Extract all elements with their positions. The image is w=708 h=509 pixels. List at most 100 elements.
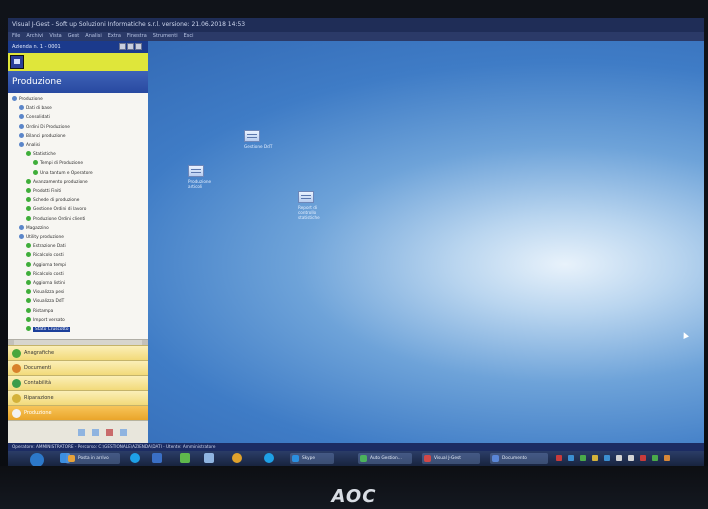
tree-node-label: Stato Cruscotto xyxy=(33,327,71,332)
window-shortcut-icon xyxy=(244,130,260,142)
tray-icon[interactable] xyxy=(628,455,634,461)
tree-node[interactable]: Consolidati xyxy=(19,114,50,121)
tree-node[interactable]: Visualizza pesi xyxy=(26,289,64,296)
tree-node-label: Gestione Ordini di lavoro xyxy=(33,207,87,213)
taskbar-item[interactable]: Posta in arrivo xyxy=(66,453,120,464)
chrome-icon[interactable] xyxy=(232,453,242,463)
tree-node-label: Utility produzione xyxy=(26,235,64,240)
accordion-item[interactable]: Riparazione xyxy=(8,390,148,405)
tree-node[interactable]: Una tantum e Operatore xyxy=(33,169,93,177)
mdi-title-bar[interactable]: Azienda n. 1 - 0001 xyxy=(8,41,148,53)
tray-icon[interactable] xyxy=(580,455,586,461)
windows-start-icon[interactable] xyxy=(30,453,44,466)
maximize-icon[interactable] xyxy=(127,43,134,50)
tree-node-label: Schede di produzione xyxy=(33,198,80,204)
window-title-bar: Visual J-Gest - Soft up Soluzioni Inform… xyxy=(8,18,704,32)
menu-item[interactable]: Analisi xyxy=(85,33,101,39)
menu-item[interactable]: File xyxy=(12,33,20,39)
menu-item[interactable]: Vista xyxy=(49,33,61,39)
taskbar-item[interactable]: Visual J-Gest xyxy=(422,453,480,464)
monitor-screen: Visual J-Gest - Soft up Soluzioni Inform… xyxy=(8,18,704,466)
menu-item[interactable]: Archivi xyxy=(26,33,43,39)
leaf-icon xyxy=(26,326,31,331)
tray-icon[interactable] xyxy=(652,455,658,461)
folder-icon xyxy=(19,132,24,138)
accordion-label: Riparazione xyxy=(24,395,54,401)
tree-node[interactable]: Analisi xyxy=(19,142,40,149)
tree-node-label: Ricalcolo costi xyxy=(33,253,64,259)
accordion-item[interactable]: Documenti xyxy=(8,360,148,375)
mouse-cursor-icon xyxy=(681,331,689,339)
tree-node[interactable]: Aggiorna listini xyxy=(26,280,65,287)
network-icon[interactable] xyxy=(180,453,190,463)
taskbar-item[interactable]: Auto Gestion... xyxy=(358,453,412,464)
leaf-icon xyxy=(26,298,31,304)
tree-node[interactable]: Estrazione Dati xyxy=(26,243,66,250)
desktop-shortcut[interactable]: Gestione DdT xyxy=(244,130,278,149)
gallery-icon[interactable] xyxy=(204,453,214,463)
skype-icon[interactable] xyxy=(130,453,140,463)
tree-node[interactable]: Aggiorna tempi xyxy=(26,261,66,269)
tray-icon[interactable] xyxy=(604,455,610,461)
tree-node[interactable]: Ordini Di Produzione xyxy=(19,123,70,131)
skype-alt-icon[interactable] xyxy=(264,453,274,463)
tree-node[interactable]: Avanzamento produzione xyxy=(26,178,88,186)
shortcut-label: Report di controllo statistiche xyxy=(298,205,320,220)
tray-icon[interactable] xyxy=(616,455,622,461)
menu-item[interactable]: Gest xyxy=(68,33,80,39)
tray-icon[interactable] xyxy=(592,455,598,461)
tree-node[interactable]: Dati di base xyxy=(19,105,52,112)
menu-item[interactable]: Strumenti xyxy=(153,33,178,39)
tree-node[interactable]: Visualizza DdT xyxy=(26,298,64,305)
window-shortcut-icon xyxy=(188,165,204,177)
tree-node[interactable]: Ristampa xyxy=(26,307,53,315)
tray-icon[interactable] xyxy=(568,455,574,461)
accordion-item[interactable]: Produzione xyxy=(8,405,148,420)
tree-node[interactable]: Ricalcolo costi xyxy=(26,252,64,259)
tree-node[interactable]: Magazzino xyxy=(19,224,49,232)
tree-node[interactable]: Utility produzione xyxy=(19,234,64,241)
accordion-item[interactable]: Contabilità xyxy=(8,375,148,390)
tree-node[interactable]: Tempi di Produzione xyxy=(33,160,83,167)
accordion-label: Anagrafiche xyxy=(24,350,55,356)
tree-node[interactable]: Gestione Ordini di lavoro xyxy=(26,206,86,213)
mdi-window-buttons xyxy=(118,43,142,51)
folder-icon xyxy=(19,123,24,129)
accordion-item[interactable]: Anagrafiche xyxy=(8,345,148,360)
menu-item[interactable]: Extra xyxy=(108,33,121,39)
app-icon xyxy=(424,455,431,462)
tree-node[interactable]: Import versato xyxy=(26,316,65,324)
tree-node[interactable]: Prodotti Finiti xyxy=(26,188,61,195)
tree-node[interactable]: Ricalcolo costi xyxy=(26,270,64,278)
view-icon[interactable] xyxy=(92,429,99,436)
options-icon[interactable] xyxy=(78,429,85,436)
status-text: Operatore: AMMINISTRATORE - Percorso: C:… xyxy=(12,444,216,449)
tree-node[interactable]: Schede di produzione xyxy=(26,197,79,204)
menu-item[interactable]: Esci xyxy=(184,33,194,39)
tree-node[interactable]: Statistiche xyxy=(26,151,56,158)
tray-icon[interactable] xyxy=(664,455,670,461)
chevron-down-icon[interactable] xyxy=(120,429,127,436)
settings-icon[interactable] xyxy=(106,429,113,436)
tree-node-label: Ordini Di Produzione xyxy=(26,124,70,130)
tree-node[interactable]: Produzione Ordini clienti xyxy=(26,215,85,223)
close-icon[interactable] xyxy=(135,43,142,50)
leaf-icon xyxy=(33,160,38,166)
media-icon[interactable] xyxy=(152,453,162,463)
taskbar-item[interactable]: Documento xyxy=(490,453,548,464)
mdi-title: Azienda n. 1 - 0001 xyxy=(12,44,61,50)
tree-node[interactable]: Bilanci produzione xyxy=(19,132,66,140)
menu-item[interactable]: Finestra xyxy=(127,33,147,39)
tree-node[interactable]: Stato Cruscotto xyxy=(26,326,71,333)
tray-icon[interactable] xyxy=(640,455,646,461)
minimize-icon[interactable] xyxy=(119,43,126,50)
window-title: Visual J-Gest - Soft up Soluzioni Inform… xyxy=(12,21,246,28)
taskbar-item-label: Auto Gestion... xyxy=(370,456,402,461)
app-icon[interactable] xyxy=(10,55,24,69)
tree-node[interactable]: Produzione xyxy=(12,96,43,103)
taskbar-item[interactable]: Skype xyxy=(290,453,334,464)
tray-icon[interactable] xyxy=(556,455,562,461)
desktop-shortcut[interactable]: Report di controllo statistiche xyxy=(298,191,332,220)
desktop-shortcut[interactable]: Produzione articoli xyxy=(188,165,222,189)
section-icon xyxy=(12,394,21,403)
